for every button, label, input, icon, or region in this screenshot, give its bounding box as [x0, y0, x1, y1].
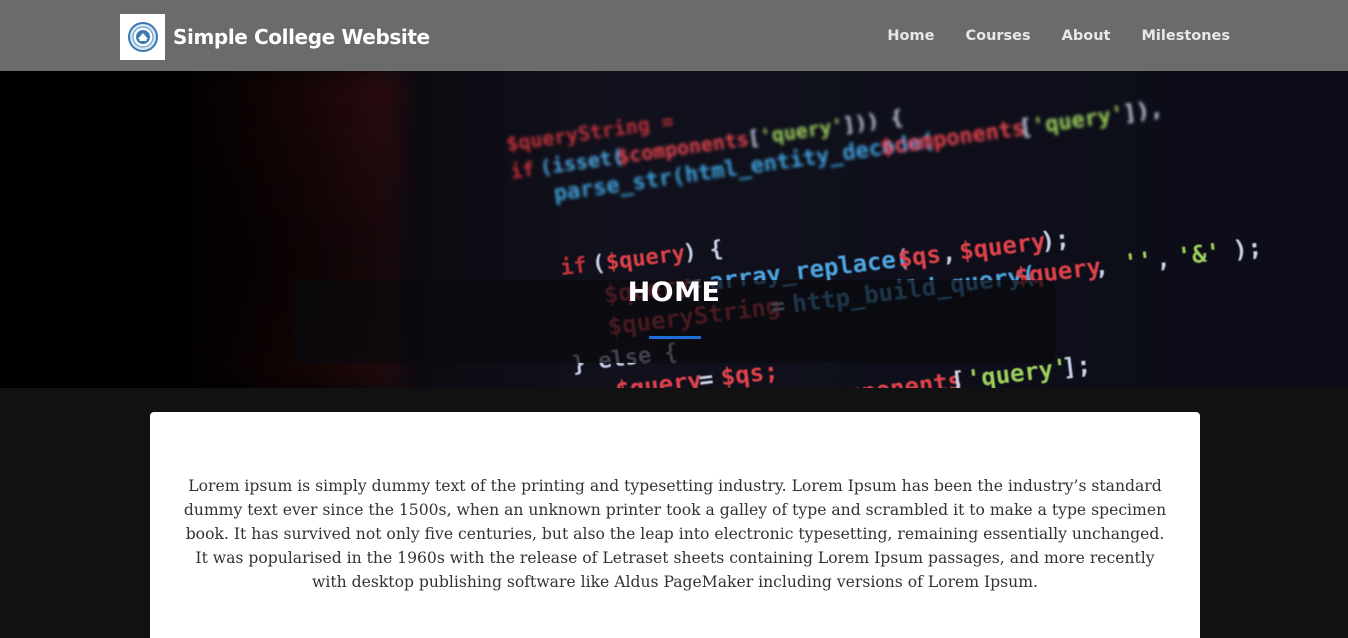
page-title: HOME: [627, 277, 721, 308]
title-underline: [649, 336, 701, 339]
navbar: Simple College Website Home Courses Abou…: [0, 0, 1348, 71]
college-seal-icon[interactable]: [120, 14, 165, 60]
nav-home-link[interactable]: Home: [887, 28, 934, 44]
main-nav: Home Courses About Milestones: [856, 0, 1230, 71]
svg-text:'query': 'query': [1030, 102, 1125, 140]
brand-title[interactable]: Simple College Website: [173, 25, 430, 49]
svg-text:=: =: [781, 387, 799, 388]
svg-text:) {: ) {: [682, 236, 725, 266]
nav-milestones-link[interactable]: Milestones: [1141, 28, 1230, 44]
svg-text:if: if: [509, 157, 536, 184]
svg-text:$components: $components: [802, 366, 963, 388]
svg-text:]),: ]),: [1122, 97, 1165, 127]
svg-text:$query: $query: [605, 241, 687, 276]
intro-paragraph: Lorem ipsum is simply dummy text of the …: [183, 477, 1167, 591]
svg-text:=: =: [697, 365, 715, 388]
svg-text:[: [: [949, 366, 967, 388]
nav-courses-link[interactable]: Courses: [965, 28, 1030, 44]
brand[interactable]: Simple College Website: [120, 14, 430, 60]
svg-text:,: ,: [1154, 244, 1172, 274]
svg-text:'': '': [1122, 246, 1154, 277]
content-card: Lorem ipsum is simply dummy text of the …: [150, 412, 1200, 638]
page: Simple College Website Home Courses Abou…: [0, 0, 1348, 638]
svg-text:);: );: [1231, 233, 1263, 264]
svg-text:);: );: [1039, 224, 1071, 255]
hero-banner: $queryString = if (isset( $components [ …: [0, 71, 1348, 388]
svg-text:])) {: ])) {: [841, 105, 904, 137]
nav-about-link[interactable]: About: [1062, 28, 1111, 44]
svg-text:'&': '&': [1176, 238, 1222, 271]
svg-text:,: ,: [940, 238, 958, 268]
svg-text:$qs: $qs: [896, 240, 942, 273]
svg-text:];: ];: [1060, 350, 1092, 381]
